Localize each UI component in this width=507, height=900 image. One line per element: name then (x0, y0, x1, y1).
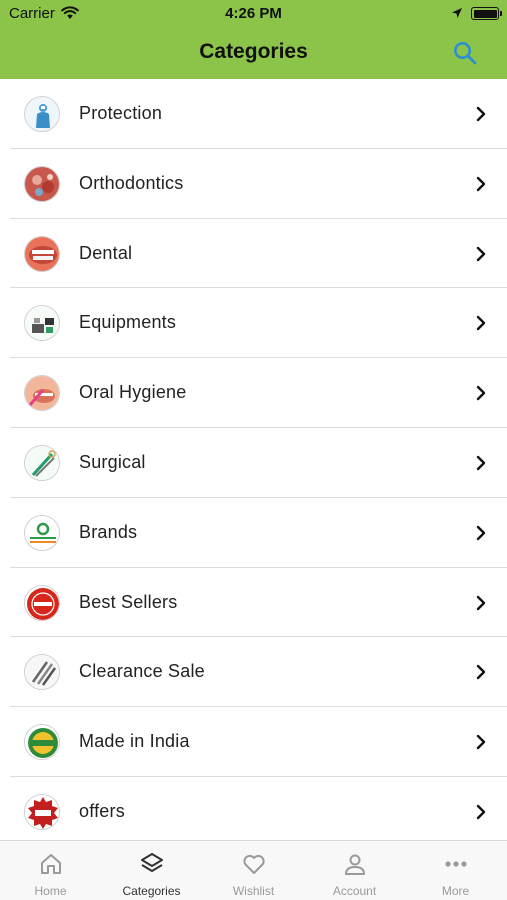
tab-wishlist[interactable]: Wishlist (203, 841, 304, 900)
page-title: Categories (199, 40, 308, 63)
more-dots-icon (444, 861, 467, 867)
category-list: Protection Orthodontics Dental Equipment… (0, 79, 507, 847)
chevron-right-icon (476, 106, 486, 122)
chevron-right-icon (476, 176, 486, 191)
best-sellers-icon (24, 584, 60, 621)
person-icon (344, 854, 365, 875)
brands-icon (24, 514, 60, 551)
navigation-header: Carrier 4:26 PM Categories (0, 0, 507, 79)
tab-bar: Home Categories Wishlist Account More (0, 840, 507, 900)
made-in-india-icon (24, 724, 60, 761)
tab-label: Categories (122, 884, 181, 898)
category-label: Orthodontics (79, 172, 184, 193)
protection-icon (24, 96, 60, 132)
category-row-surgical[interactable]: Surgical (0, 428, 507, 498)
location-arrow-icon (452, 8, 462, 18)
offers-icon (24, 793, 60, 830)
category-row-made-in-india[interactable]: Made in India (0, 707, 507, 777)
layers-icon (140, 853, 163, 872)
chevron-right-icon (476, 455, 486, 471)
status-bar: Carrier 4:26 PM (0, 0, 507, 28)
search-icon[interactable] (452, 40, 478, 66)
chevron-right-icon (476, 246, 486, 261)
chevron-right-icon (476, 316, 486, 331)
tab-label: More (441, 884, 470, 898)
status-time: 4:26 PM (225, 5, 282, 22)
category-row-best-sellers[interactable]: Best Sellers (0, 568, 507, 638)
chevron-right-icon (476, 385, 486, 401)
chevron-right-icon (476, 595, 486, 610)
tab-home[interactable]: Home (0, 841, 101, 900)
tab-account[interactable]: Account (304, 841, 405, 900)
category-label: Brands (79, 521, 138, 542)
category-row-brands[interactable]: Brands (0, 498, 507, 568)
category-row-oral-hygiene[interactable]: Oral Hygiene (0, 358, 507, 428)
clearance-sale-icon (24, 654, 60, 691)
battery-icon (471, 7, 502, 20)
home-icon (40, 854, 61, 874)
category-label: Oral Hygiene (79, 382, 187, 403)
dental-icon (24, 235, 60, 272)
heart-icon (242, 854, 265, 874)
category-row-clearance-sale[interactable]: Clearance Sale (0, 637, 507, 707)
category-row-offers[interactable]: offers (0, 777, 507, 847)
tab-categories[interactable]: Categories (101, 841, 202, 900)
surgical-icon (24, 444, 60, 481)
orthodontics-icon (24, 165, 60, 202)
chevron-right-icon (476, 665, 486, 680)
tab-label: Home (34, 884, 67, 898)
oral-hygiene-icon (24, 375, 60, 412)
tab-label: Wishlist (232, 884, 275, 898)
category-label: Equipments (79, 312, 177, 333)
category-row-orthodontics[interactable]: Orthodontics (0, 149, 507, 219)
chevron-right-icon (476, 734, 486, 750)
chevron-right-icon (476, 804, 486, 820)
tab-label: Account (332, 884, 377, 898)
category-label: Surgical (79, 451, 146, 472)
category-label: Protection (79, 103, 163, 123)
category-label: Made in India (79, 731, 190, 752)
category-row-dental[interactable]: Dental (0, 219, 507, 289)
category-label: offers (79, 800, 125, 821)
equipments-icon (24, 305, 60, 342)
category-label: Dental (79, 242, 133, 263)
chevron-right-icon (476, 525, 486, 540)
category-row-equipments[interactable]: Equipments (0, 288, 507, 358)
tab-more[interactable]: More (405, 841, 506, 900)
category-label: Clearance Sale (79, 661, 205, 682)
category-label: Best Sellers (79, 591, 178, 612)
category-row-protection[interactable]: Protection (0, 79, 507, 149)
